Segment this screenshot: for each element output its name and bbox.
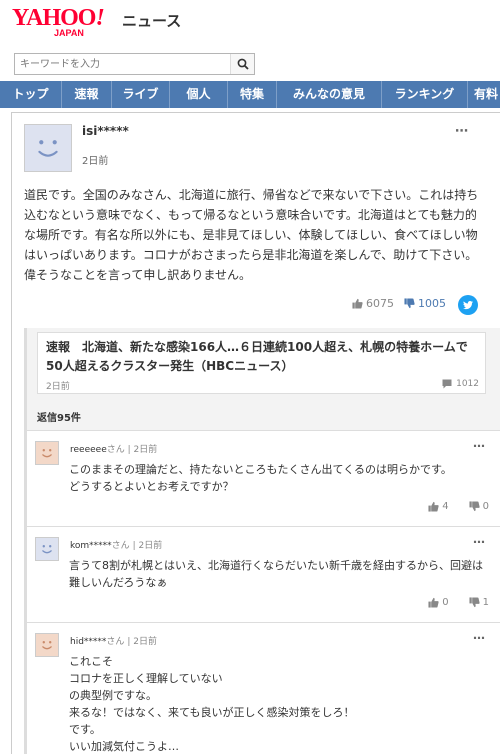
thumbs-down-icon [404, 298, 415, 309]
article-comments-value: 1012 [456, 379, 479, 389]
reply-text: これこそ コロナを正しく理解していない の典型例ですな。 来るな！ではなく、来て… [69, 655, 355, 753]
smiley-avatar-icon [38, 140, 58, 157]
thumbs-down-icon [469, 597, 480, 608]
reply-text: このままその理論だと、持たないところもたくさん出てくるのは明らかです。 どうする… [69, 463, 452, 493]
reply-reactions: 4 0 [428, 501, 489, 512]
logo-bang: ! [95, 5, 104, 31]
more-options-icon[interactable]: ⋯ [473, 439, 486, 453]
article-link[interactable]: 速報 北海道、新たな感染166人…６日連続100人超え、札幌の特養ホームで50人… [37, 332, 486, 394]
reply-avatar[interactable] [35, 633, 59, 657]
reply-meta: hid*****さん | 2日前 [70, 634, 157, 647]
reply-item: kom*****さん | 2日前 ⋯ 言うて8割が札幌とはいえ、北海道行くならだ… [27, 526, 500, 622]
like-button[interactable]: 6075 [352, 297, 394, 310]
twitter-share-button[interactable] [458, 295, 478, 315]
like-count: 0 [442, 597, 449, 608]
avatar[interactable] [24, 124, 72, 172]
more-options-icon[interactable]: ⋯ [473, 535, 486, 549]
comment-username[interactable]: isi***** [82, 124, 129, 138]
reply-suffix: さん [111, 541, 130, 551]
dislike-count: 1005 [418, 297, 446, 310]
smiley-avatar-icon [42, 641, 52, 650]
replies-section: 速報 北海道、新たな感染166人…６日連続100人超え、札幌の特養ホームで50人… [24, 328, 500, 754]
site-header: YAHOO! JAPAN ニュース [0, 0, 500, 45]
reply-meta: kom*****さん | 2日前 [70, 538, 162, 551]
reply-separator: | [127, 445, 131, 455]
reply-item: reeeeeeさん | 2日前 ⋯ このままその理論だと、持たないところもたくさ… [27, 430, 500, 526]
comment-time: 2日前 [82, 156, 109, 167]
search-input[interactable] [15, 54, 231, 74]
more-options-icon[interactable]: ⋯ [473, 631, 486, 645]
twitter-icon [463, 301, 473, 310]
reply-separator: | [132, 541, 136, 551]
reply-suffix: さん [106, 445, 125, 455]
comment-text: 道民です。全国のみなさん、北海道に旅行、帰省などで来ないで下さい。これは持ち込む… [24, 188, 479, 282]
dislike-button[interactable]: 1 [469, 597, 489, 608]
article-title[interactable]: 速報 北海道、新たな感染166人…６日連続100人超え、札幌の特養ホームで50人… [46, 338, 481, 376]
like-button[interactable]: 4 [428, 501, 449, 512]
search-bar [14, 53, 255, 75]
reply-suffix: さん [106, 637, 125, 647]
reply-username[interactable]: hid***** [70, 637, 106, 647]
search-button[interactable] [230, 54, 254, 74]
thumbs-up-icon [428, 597, 439, 608]
reply-reactions: 0 1 [428, 597, 489, 608]
thumbs-up-icon [428, 501, 439, 512]
search-icon [237, 58, 249, 70]
nav-live[interactable]: ライブ [112, 81, 170, 108]
main-nav: トップ 速報 ライブ 個人 特集 みんなの意見 ランキング 有料 [0, 81, 500, 108]
reply-meta: reeeeeeさん | 2日前 [70, 442, 157, 455]
like-count: 6075 [366, 297, 394, 310]
thumbs-down-icon [469, 501, 480, 512]
nav-paid[interactable]: 有料 [468, 81, 500, 108]
like-button[interactable]: 0 [428, 597, 449, 608]
reply-username[interactable]: reeeeee [70, 445, 107, 455]
article-comment-count: 1012 [442, 379, 479, 389]
reply-time: 2日前 [133, 445, 158, 455]
thumbs-up-icon [352, 298, 363, 309]
reply-time: 2日前 [133, 637, 157, 647]
comment-bubble-icon [442, 379, 452, 389]
logo-japan: JAPAN [54, 28, 84, 38]
reply-text: 言うて8割が札幌とはいえ、北海道行くならだいたい新千歳を経由するから、回避は難し… [69, 559, 483, 589]
yahoo-logo[interactable]: YAHOO! [12, 5, 105, 31]
dislike-button[interactable]: 1005 [404, 297, 446, 310]
reply-avatar[interactable] [35, 441, 59, 465]
reply-separator: | [127, 637, 131, 647]
nav-breaking[interactable]: 速報 [62, 81, 112, 108]
reply-username[interactable]: kom***** [70, 541, 112, 551]
smiley-avatar-icon [42, 545, 52, 554]
smiley-avatar-icon [42, 449, 52, 458]
comment-card: isi***** 2日前 ⋯ 道民です。全国のみなさん、北海道に旅行、帰省などで… [11, 112, 500, 754]
like-count: 4 [442, 501, 449, 512]
article-time: 2日前 [46, 382, 70, 392]
dislike-button[interactable]: 0 [469, 501, 489, 512]
dislike-count: 0 [482, 501, 489, 512]
nav-ranking[interactable]: ランキング [382, 81, 468, 108]
section-title[interactable]: ニュース [122, 10, 181, 31]
nav-opinions[interactable]: みんなの意見 [277, 81, 382, 108]
more-options-icon[interactable]: ⋯ [455, 125, 469, 138]
reply-time: 2日前 [138, 541, 163, 551]
nav-top[interactable]: トップ [0, 81, 62, 108]
reply-item: hid*****さん | 2日前 ⋯ これこそ コロナを正しく理解していない の… [27, 622, 500, 754]
dislike-count: 1 [482, 597, 489, 608]
reply-count: 返信95件 [37, 413, 81, 424]
nav-features[interactable]: 特集 [228, 81, 277, 108]
reply-avatar[interactable] [35, 537, 59, 561]
nav-personal[interactable]: 個人 [170, 81, 228, 108]
